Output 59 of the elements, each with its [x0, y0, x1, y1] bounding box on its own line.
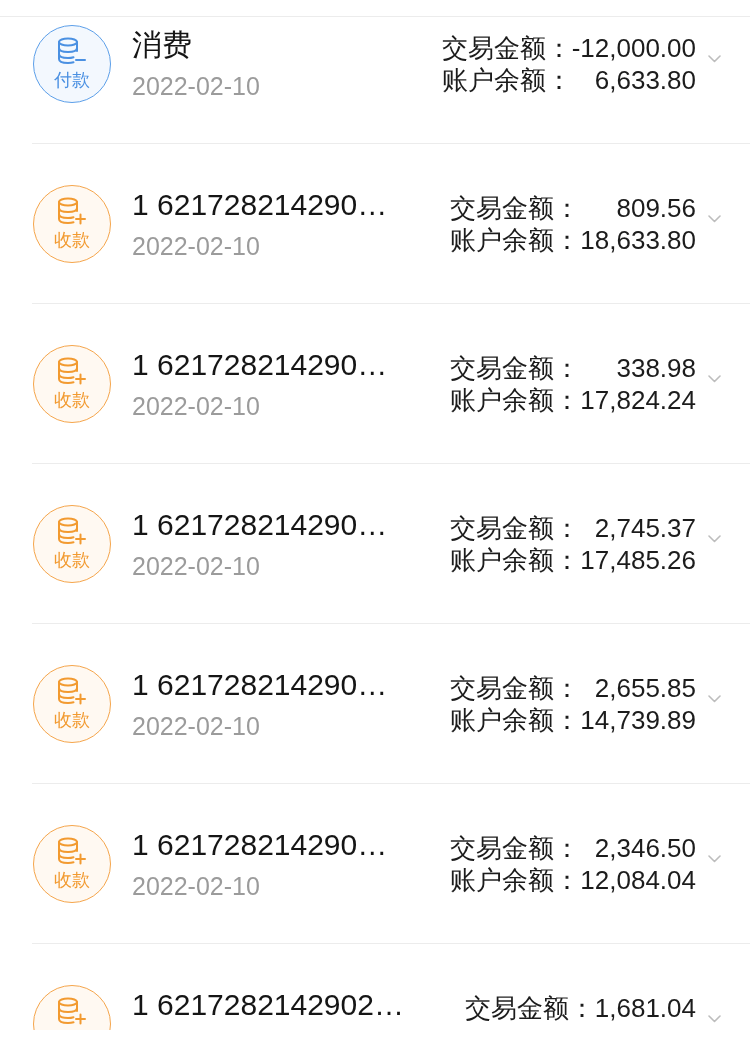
balance-label: 账户余额：: [450, 384, 581, 416]
chevron-down-icon[interactable]: [708, 55, 721, 63]
amount-value: 2,346.50: [593, 832, 696, 864]
amount-label: 交易金额：: [441, 32, 572, 64]
transaction-title: 1 621728214290…: [132, 507, 388, 543]
transaction-title: 消费: [132, 27, 193, 63]
amount-label: 交易金额：: [450, 832, 581, 864]
transaction-date: 2022-02-10: [132, 551, 261, 581]
amount-label: 交易金额：: [450, 672, 581, 704]
category-label: 收款: [54, 869, 90, 891]
transaction-date: 2022-02-10: [132, 71, 260, 101]
chevron-down-icon[interactable]: [708, 215, 721, 223]
amount-label: 交易金额：: [450, 192, 581, 224]
amount-value: -12,000.00: [571, 32, 696, 64]
balance-value: 6,633.80: [593, 64, 696, 96]
chevron-down-icon[interactable]: [708, 1015, 721, 1023]
balance-label: 账户余额：: [441, 64, 572, 96]
balance-label: 账户余额：: [450, 544, 581, 576]
transaction-title: 1 621728214290…: [132, 827, 388, 863]
amount-value: 809.56: [615, 192, 696, 224]
balance-value: 17,485.26: [580, 544, 696, 576]
amount-value: 2,745.37: [593, 512, 696, 544]
balance-label: 账户余额：: [450, 864, 581, 896]
database-plus-icon: [57, 357, 87, 385]
category-label: 收款: [54, 389, 90, 411]
balance-label: 账户余额：: [450, 224, 581, 256]
amount-value: 338.98: [615, 352, 696, 384]
database-plus-icon: [57, 197, 87, 225]
category-label: 收款: [54, 709, 90, 731]
transaction-title: 1 621728214290…: [132, 187, 388, 223]
amount-value: 1,681.04: [594, 992, 696, 1024]
database-plus-icon: [57, 517, 87, 545]
balance-value: 18,633.80: [580, 224, 696, 256]
chevron-down-icon[interactable]: [708, 695, 721, 703]
balance-value: 17,824.24: [580, 384, 696, 416]
transaction-title: 1 621728214290…: [132, 347, 388, 383]
amount-label: 交易金额：: [464, 992, 595, 1024]
transaction-title: 1 6217282142902…: [132, 987, 404, 1023]
category-label: 付款: [54, 69, 90, 91]
database-plus-icon: [57, 677, 87, 705]
chevron-down-icon[interactable]: [708, 535, 721, 543]
chevron-down-icon[interactable]: [708, 855, 721, 863]
amount-value: 2,655.85: [593, 672, 696, 704]
transaction-date: 2022-02-10: [132, 711, 261, 741]
balance-value: 12,084.04: [580, 864, 696, 896]
amount-label: 交易金额：: [450, 352, 581, 384]
transaction-date: 2022-02-10: [132, 391, 261, 421]
database-minus-icon: [57, 37, 87, 65]
category-label: 收款: [54, 229, 90, 251]
chevron-down-icon[interactable]: [708, 375, 721, 383]
transaction-date: 2022-02-10: [132, 871, 261, 901]
database-plus-icon: [57, 997, 87, 1025]
balance-label: 账户余额：: [450, 704, 581, 736]
transaction-title: 1 621728214290…: [132, 667, 388, 703]
category-label: 收款: [54, 549, 90, 571]
balance-value: 14,739.89: [580, 704, 696, 736]
database-plus-icon: [57, 837, 87, 865]
transaction-date: 2022-02-10: [132, 231, 261, 261]
amount-label: 交易金额：: [450, 512, 581, 544]
